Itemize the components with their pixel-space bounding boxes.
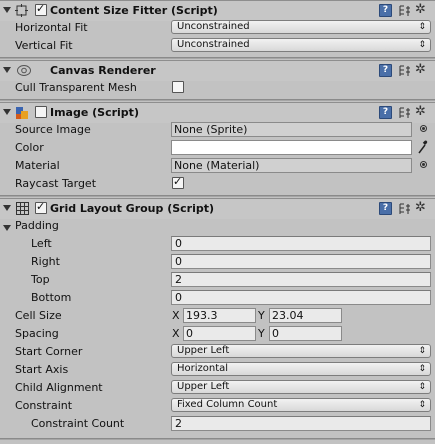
canvas-renderer-icon (16, 63, 31, 78)
component-title: Content Size Fitter (Script) (50, 4, 218, 17)
cell-size-y-field[interactable]: 23.04 (269, 308, 342, 323)
start-corner-dropdown[interactable]: Upper Left ⇕ (171, 344, 431, 358)
raycast-target-checkbox[interactable] (172, 175, 184, 189)
constraint-value: Fixed Column Count (177, 399, 278, 410)
content-size-fitter-header[interactable]: Content Size Fitter (Script) ? ✲ (0, 0, 435, 21)
source-image-label: Source Image (15, 123, 91, 136)
cull-transparent-mesh-label: Cull Transparent Mesh (15, 81, 137, 94)
canvas-renderer-header[interactable]: Canvas Renderer ? ✲ (0, 60, 435, 81)
cell-size-x-field[interactable]: 193.3 (183, 308, 256, 323)
cull-transparent-mesh-checkbox[interactable] (172, 81, 184, 93)
gear-icon[interactable]: ✲ (415, 62, 426, 77)
padding-top-label: Top (31, 273, 50, 286)
color-label: Color (15, 141, 44, 154)
horizontal-fit-dropdown[interactable]: Unconstrained ⇕ (171, 20, 431, 34)
component-divider (0, 57, 435, 59)
constraint-dropdown[interactable]: Fixed Column Count ⇕ (171, 398, 431, 412)
header-icons: ? ✲ (379, 200, 431, 216)
padding-bottom-field[interactable]: 0 (171, 290, 431, 305)
dropdown-arrow-icon: ⇕ (418, 40, 426, 50)
padding-right-label: Right (31, 255, 60, 268)
foldout-arrow-icon[interactable] (3, 67, 11, 73)
start-corner-label: Start Corner (15, 345, 83, 358)
constraint-count-field[interactable]: 2 (171, 416, 431, 431)
cell-size-x-label: X (172, 309, 180, 322)
component-enabled-checkbox[interactable] (35, 200, 47, 214)
image-header[interactable]: Image (Script) ? ✲ (0, 102, 435, 123)
vertical-fit-value: Unconstrained (177, 39, 250, 50)
foldout-arrow-icon[interactable] (3, 109, 11, 115)
horizontal-fit-value: Unconstrained (177, 21, 250, 32)
constraint-count-label: Constraint Count (31, 417, 125, 430)
component-title: Image (Script) (50, 106, 139, 119)
dropdown-arrow-icon: ⇕ (418, 382, 426, 392)
component-title: Canvas Renderer (50, 64, 156, 77)
header-icons: ? ✲ (379, 62, 431, 78)
component-enabled-checkbox[interactable] (35, 2, 47, 16)
help-icon[interactable]: ? (379, 202, 392, 215)
start-axis-value: Horizontal (177, 363, 229, 374)
constraint-label: Constraint (15, 399, 73, 412)
padding-foldout-arrow-icon[interactable] (3, 225, 11, 231)
gear-icon[interactable]: ✲ (415, 200, 426, 215)
content-size-fitter-icon (14, 3, 29, 18)
horizontal-fit-label: Horizontal Fit (15, 21, 88, 34)
start-axis-dropdown[interactable]: Horizontal ⇕ (171, 362, 431, 376)
spacing-y-label: Y (258, 327, 265, 340)
dropdown-arrow-icon: ⇕ (418, 22, 426, 32)
foldout-arrow-icon[interactable] (3, 205, 11, 211)
spacing-x-field[interactable]: 0 (183, 326, 256, 341)
material-label: Material (15, 159, 60, 172)
header-icons: ? ✲ (379, 2, 431, 18)
padding-right-field[interactable]: 0 (171, 254, 431, 269)
eyedropper-icon[interactable] (416, 139, 430, 155)
component-divider (0, 99, 435, 101)
padding-left-field[interactable]: 0 (171, 236, 431, 251)
component-enabled-checkbox[interactable] (35, 106, 47, 118)
child-alignment-dropdown[interactable]: Upper Left ⇕ (171, 380, 431, 394)
gear-icon[interactable]: ✲ (415, 104, 426, 119)
preset-icon[interactable] (398, 202, 411, 215)
spacing-label: Spacing (15, 327, 59, 340)
preset-icon[interactable] (398, 64, 411, 77)
spacing-y-field[interactable]: 0 (269, 326, 342, 341)
grid-layout-icon (16, 202, 31, 217)
component-divider (0, 195, 435, 197)
raycast-target-label: Raycast Target (15, 177, 97, 190)
start-corner-value: Upper Left (177, 345, 230, 356)
preset-icon[interactable] (398, 4, 411, 17)
grid-layout-group-header[interactable]: Grid Layout Group (Script) ? ✲ (0, 198, 435, 219)
vertical-fit-dropdown[interactable]: Unconstrained ⇕ (171, 38, 431, 52)
gear-icon[interactable]: ✲ (415, 2, 426, 17)
padding-top-field[interactable]: 2 (171, 272, 431, 287)
image-component-icon (15, 106, 30, 121)
component-divider (0, 438, 435, 440)
child-alignment-label: Child Alignment (15, 381, 103, 394)
vertical-fit-label: Vertical Fit (15, 39, 73, 52)
cell-size-label: Cell Size (15, 309, 62, 322)
preset-icon[interactable] (398, 106, 411, 119)
material-field[interactable]: None (Material) (171, 158, 412, 173)
component-title: Grid Layout Group (Script) (50, 202, 215, 215)
dropdown-arrow-icon: ⇕ (418, 346, 426, 356)
foldout-arrow-icon[interactable] (3, 7, 11, 13)
child-alignment-value: Upper Left (177, 381, 230, 392)
color-swatch[interactable] (171, 140, 412, 155)
start-axis-label: Start Axis (15, 363, 69, 376)
cell-size-y-label: Y (258, 309, 265, 322)
help-icon[interactable]: ? (379, 64, 392, 77)
spacing-x-label: X (172, 327, 180, 340)
dropdown-arrow-icon: ⇕ (418, 400, 426, 410)
help-icon[interactable]: ? (379, 106, 392, 119)
padding-left-label: Left (31, 237, 52, 250)
object-picker-icon[interactable] (420, 161, 427, 168)
help-icon[interactable]: ? (379, 4, 392, 17)
padding-bottom-label: Bottom (31, 291, 72, 304)
header-icons: ? ✲ (379, 104, 431, 120)
object-picker-icon[interactable] (420, 125, 427, 132)
source-image-field[interactable]: None (Sprite) (171, 122, 412, 137)
padding-label[interactable]: Padding (15, 219, 59, 232)
dropdown-arrow-icon: ⇕ (418, 364, 426, 374)
